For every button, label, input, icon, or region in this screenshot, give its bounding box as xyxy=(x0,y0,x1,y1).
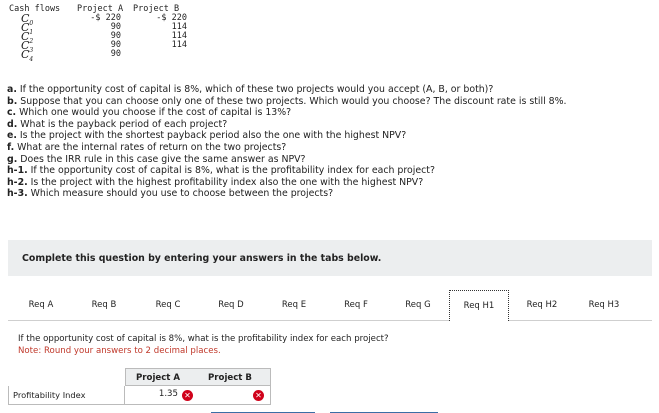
tab-req-b[interactable]: Req B xyxy=(79,290,129,320)
question-d: d. What is the payback period of each pr… xyxy=(7,118,228,130)
x-circle-icon: ✕ xyxy=(253,390,264,401)
question-list: a. If the opportunity cost of capital is… xyxy=(7,84,652,200)
complete-banner: Complete this question by entering your … xyxy=(8,240,652,276)
c3-label: C3 xyxy=(21,39,34,55)
project-b-pi-input[interactable]: ✕ xyxy=(198,386,271,405)
c0-label: C0 xyxy=(21,12,34,28)
complete-text: Complete this question by entering your … xyxy=(22,253,382,264)
tab-req-c[interactable]: Req C xyxy=(142,290,194,320)
cf-a-1: 90 xyxy=(110,22,121,32)
project-a-pi-input[interactable]: 1.35 ✕ xyxy=(125,386,199,405)
question-a: a. If the opportunity cost of capital is… xyxy=(7,84,494,95)
c1-label: C1 xyxy=(21,21,34,37)
table-corner xyxy=(8,368,125,386)
c4-label: C4 xyxy=(21,48,34,64)
tab-req-a[interactable]: Req A xyxy=(16,290,66,320)
requirement-tabs: Req A Req B Req C Req D Req E Req F Req … xyxy=(8,290,652,321)
c2-label: C2 xyxy=(21,30,34,46)
rounding-note: Note: Round your answers to 2 decimal pl… xyxy=(18,346,221,356)
instruction-text: If the opportunity cost of capital is 8%… xyxy=(18,334,389,344)
question-h1: h-1. If the opportunity cost of capital … xyxy=(7,165,435,177)
cf-b-3: 114 xyxy=(171,40,187,50)
cf-a-0: -$ 220 xyxy=(90,13,121,23)
cf-a-3: 90 xyxy=(110,40,121,50)
tab-req-f[interactable]: Req F xyxy=(330,290,382,320)
project-a-pi-value: 1.35 xyxy=(158,389,178,399)
cash-flows-header: Cash flows xyxy=(9,4,61,14)
cf-a-2: 90 xyxy=(110,31,121,41)
question-b: b. Suppose that you can choose only one … xyxy=(7,95,567,107)
tab-req-e[interactable]: Req E xyxy=(268,290,320,320)
question-h2: h-2. Is the project with the highest pro… xyxy=(7,176,424,188)
profitability-index-label: Profitability Index xyxy=(8,386,125,405)
question-e: e. Is the project with the shortest payb… xyxy=(7,130,407,142)
cf-b-4 xyxy=(133,50,191,59)
question-c: c. Which one would you choose if the cos… xyxy=(7,107,292,119)
question-g: g. Does the IRR rule in this case give t… xyxy=(7,153,306,165)
project-a-column-header: Project A xyxy=(125,368,199,386)
question-f: f. What are the internal rates of return… xyxy=(7,141,287,153)
tab-req-d[interactable]: Req D xyxy=(205,290,257,320)
tab-req-h2[interactable]: Req H2 xyxy=(514,290,570,320)
tab-req-h1[interactable]: Req H1 xyxy=(449,290,509,321)
cf-a-4: 90 xyxy=(110,49,121,59)
tab-req-h3[interactable]: Req H3 xyxy=(576,290,632,320)
project-b-column-header: Project B xyxy=(198,368,271,386)
tab-req-g[interactable]: Req G xyxy=(392,290,444,320)
x-circle-icon: ✕ xyxy=(182,390,193,401)
question-h3: h-3. Which measure should you use to cho… xyxy=(7,188,334,200)
